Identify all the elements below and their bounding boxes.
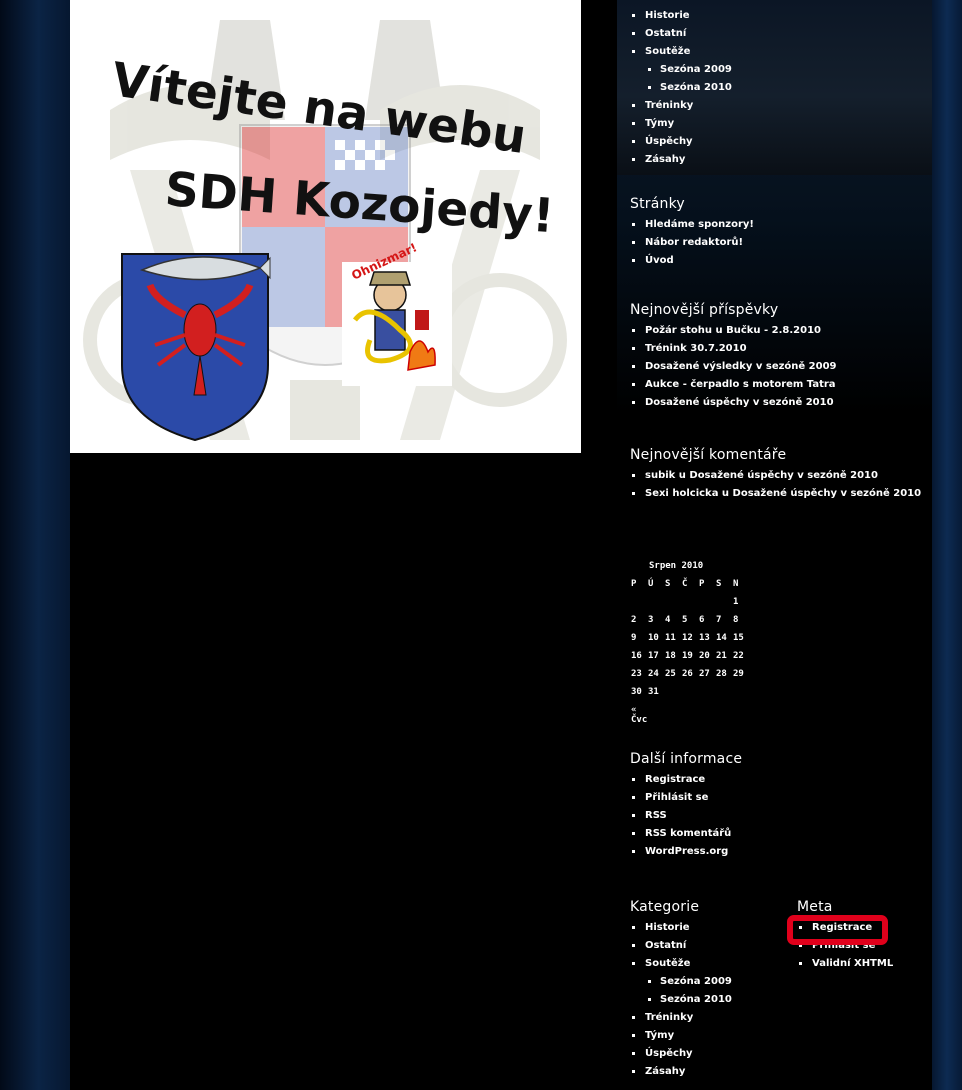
recent-comment-link[interactable]: subik u Dosažené úspěchy v sezóně 2010 bbox=[630, 467, 930, 485]
category-item[interactable]: Tréninky bbox=[630, 1009, 790, 1027]
left-background-strip bbox=[0, 0, 70, 1090]
category-item[interactable]: Týmy bbox=[630, 1027, 790, 1045]
calendar-day: 27 bbox=[699, 669, 710, 679]
calendar-day: 15 bbox=[733, 633, 744, 643]
calendar-day: 8 bbox=[733, 615, 739, 625]
categories-widget: Kategorie Historie Ostatní Soutěže Sezóna 2… bbox=[630, 899, 790, 1081]
calendar-day: 25 bbox=[665, 669, 676, 679]
recent-post-link[interactable]: Dosažené úspěchy v sezóně 2010 bbox=[630, 394, 930, 412]
calendar-weekday: N bbox=[733, 579, 739, 589]
recent-posts-widget: Nejnovější příspěvky Požár stohu u Bučku… bbox=[630, 302, 930, 412]
category-item[interactable]: Historie bbox=[630, 919, 790, 937]
calendar-weekday: P bbox=[631, 579, 637, 589]
recent-post-link[interactable]: Trénink 30.7.2010 bbox=[630, 340, 930, 358]
calendar-day: 1 bbox=[733, 597, 739, 607]
top-category-item[interactable]: Týmy bbox=[630, 115, 930, 133]
calendar-day: 7 bbox=[716, 615, 722, 625]
top-categories-list: Historie Ostatní Soutěže Sezóna 2009 Sezóna … bbox=[630, 7, 930, 169]
categories-title: Kategorie bbox=[630, 899, 700, 915]
recent-post-link[interactable]: Aukce - čerpadlo s motorem Tatra bbox=[630, 376, 930, 394]
calendar-day: 10 bbox=[648, 633, 659, 643]
recent-posts-title: Nejnovější příspěvky bbox=[630, 302, 779, 318]
pages-widget: Stránky Hledáme sponzory! Nábor redaktor… bbox=[630, 196, 930, 270]
red-highlight-box bbox=[787, 915, 888, 945]
welcome-banner-image: Ohnizmar! Vítejte na webu SDH Kozojedy! bbox=[70, 0, 581, 453]
recent-comments-widget: Nejnovější komentáře subik u Dosažené ús… bbox=[630, 447, 930, 503]
wordpress-link[interactable]: WordPress.org bbox=[630, 843, 930, 861]
top-categories-widget: Historie Ostatní Soutěže Sezóna 2009 Sezóna … bbox=[630, 7, 930, 169]
category-item[interactable]: Ostatní bbox=[630, 937, 790, 955]
calendar-day: 11 bbox=[665, 633, 676, 643]
top-category-item[interactable]: Úspěchy bbox=[630, 133, 930, 151]
rss-comments-link[interactable]: RSS komentářů bbox=[630, 825, 930, 843]
calendar-day: 24 bbox=[648, 669, 659, 679]
category-item[interactable]: Sezóna 2010 bbox=[630, 991, 790, 1009]
top-category-item[interactable]: Ostatní bbox=[630, 25, 930, 43]
recent-comments-title: Nejnovější komentáře bbox=[630, 447, 787, 463]
top-category-item[interactable]: Historie bbox=[630, 7, 930, 25]
calendar-weekday: S bbox=[716, 579, 722, 589]
calendar-day: 17 bbox=[648, 651, 659, 661]
calendar-day: 2 bbox=[631, 615, 637, 625]
top-category-item[interactable]: Soutěže bbox=[630, 43, 930, 61]
top-category-item[interactable]: Zásahy bbox=[630, 151, 930, 169]
calendar-day: 28 bbox=[716, 669, 727, 679]
recent-post-link[interactable]: Dosažené výsledky v sezóně 2009 bbox=[630, 358, 930, 376]
calendar-day: 18 bbox=[665, 651, 676, 661]
category-item[interactable]: Zásahy bbox=[630, 1063, 790, 1081]
calendar-day: 14 bbox=[716, 633, 727, 643]
calendar-day: 21 bbox=[716, 651, 727, 661]
top-category-item[interactable]: Tréninky bbox=[630, 97, 930, 115]
meta-xhtml-link[interactable]: Validní XHTML bbox=[797, 955, 927, 973]
calendar-day: 20 bbox=[699, 651, 710, 661]
banner-artwork: Ohnizmar! Vítejte na webu SDH Kozojedy! bbox=[83, 20, 567, 442]
calendar-day: 13 bbox=[699, 633, 710, 643]
calendar-weekday: S bbox=[665, 579, 671, 589]
calendar-day: 4 bbox=[665, 615, 671, 625]
calendar-caption: Srpen 2010 bbox=[649, 561, 704, 571]
page-link[interactable]: Hledáme sponzory! bbox=[630, 216, 930, 234]
calendar-day: 23 bbox=[631, 669, 642, 679]
recent-comment-link[interactable]: Sexi holcicka u Dosažené úspěchy v sezón… bbox=[630, 485, 930, 503]
pages-title: Stránky bbox=[630, 196, 685, 212]
more-info-title: Další informace bbox=[630, 751, 743, 767]
firefighter-cartoon-icon: Ohnizmar! bbox=[342, 240, 452, 386]
calendar-weekday: Č bbox=[682, 579, 688, 589]
calendar-day: 30 bbox=[631, 687, 642, 697]
top-category-item[interactable]: Sezóna 2009 bbox=[630, 61, 930, 79]
page-link[interactable]: Úvod bbox=[630, 252, 930, 270]
category-item[interactable]: Soutěže bbox=[630, 955, 790, 973]
calendar-day: 6 bbox=[699, 615, 705, 625]
calendar-day: 19 bbox=[682, 651, 693, 661]
meta-title: Meta bbox=[797, 899, 833, 915]
right-background-strip bbox=[932, 0, 962, 1090]
calendar-day: 9 bbox=[631, 633, 637, 643]
calendar-day: 16 bbox=[631, 651, 642, 661]
calendar-day: 26 bbox=[682, 669, 693, 679]
page-link[interactable]: Nábor redaktorů! bbox=[630, 234, 930, 252]
category-item[interactable]: Sezóna 2009 bbox=[630, 973, 790, 991]
calendar-day: 3 bbox=[648, 615, 654, 625]
more-info-widget: Další informace Registrace Přihlásit se … bbox=[630, 751, 930, 861]
calendar-day: 31 bbox=[648, 687, 659, 697]
recent-post-link[interactable]: Požár stohu u Bučku - 2.8.2010 bbox=[630, 322, 930, 340]
calendar-day: 29 bbox=[733, 669, 744, 679]
calendar-weekday: P bbox=[699, 579, 705, 589]
calendar-day: 22 bbox=[733, 651, 744, 661]
calendar-day: 12 bbox=[682, 633, 693, 643]
top-category-item[interactable]: Sezóna 2010 bbox=[630, 79, 930, 97]
login-link[interactable]: Přihlásit se bbox=[630, 789, 930, 807]
rss-link[interactable]: RSS bbox=[630, 807, 930, 825]
calendar-day: 5 bbox=[682, 615, 688, 625]
register-link[interactable]: Registrace bbox=[630, 771, 930, 789]
calendar-prev-month-link[interactable]: « Čvc bbox=[631, 705, 647, 725]
calendar-weekday: Ú bbox=[648, 579, 654, 589]
categories-list: Historie Ostatní Soutěže Sezóna 2009 Sezóna … bbox=[630, 919, 790, 1081]
category-item[interactable]: Úspěchy bbox=[630, 1045, 790, 1063]
municipal-shield-icon bbox=[121, 253, 271, 442]
